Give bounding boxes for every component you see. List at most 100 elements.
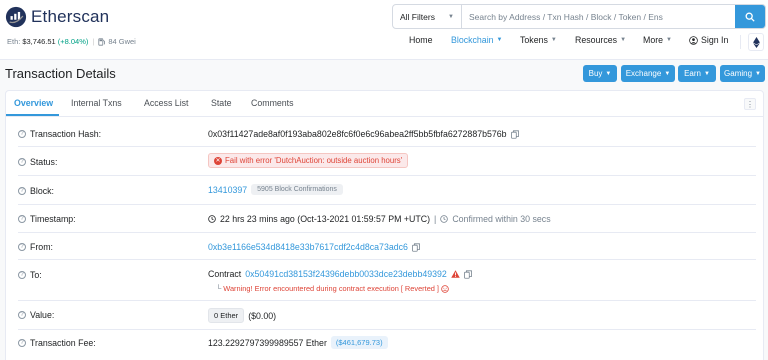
buy-button[interactable]: Buy ▼ (583, 65, 617, 82)
status-badge: ✕ Fail with error 'DutchAuction: outside… (208, 153, 409, 168)
nav-more-label: More (643, 35, 664, 45)
nav-divider (740, 35, 741, 49)
timestamp-row: 22 hrs 23 mins ago (Oct-13-2021 01:59:57… (208, 214, 551, 224)
block-label: ? Block: (18, 186, 54, 196)
nav-resources[interactable]: Resources ▼ (575, 35, 626, 45)
help-icon[interactable]: ? (18, 271, 26, 279)
block-label-text: Block: (30, 186, 54, 196)
row-divider (18, 329, 756, 330)
nav-tokens[interactable]: Tokens ▼ (520, 35, 557, 45)
status-label-text: Status: (30, 157, 58, 167)
warning-text: Warning! Error encountered during contra… (223, 284, 403, 293)
etherscan-logo[interactable]: Etherscan (5, 6, 109, 28)
nav-more[interactable]: More ▼ (643, 35, 672, 45)
value-label: ? Value: (18, 310, 54, 320)
gaming-button[interactable]: Gaming ▼ (720, 65, 765, 82)
search-bar: All Filters ▼ (392, 4, 766, 29)
block-row: 13410397 5905 Block Confirmations (208, 184, 343, 195)
fee-label-text: Transaction Fee: (30, 338, 96, 348)
warning-end: ] (436, 284, 439, 293)
search-button[interactable] (735, 5, 765, 28)
warning-arrow: └ (216, 284, 222, 293)
fee-value: 123.2292797399989557 Ether (208, 337, 327, 348)
value-row: 0 Ether ($0.00) (208, 308, 276, 323)
tab-comments[interactable]: Comments (251, 98, 294, 108)
search-filter-label: All Filters (400, 11, 435, 22)
chevron-down-icon: ▼ (550, 37, 557, 43)
tab-access-list[interactable]: Access List (144, 98, 189, 108)
vertical-dots-icon: ⋮ (746, 99, 754, 109)
timestamp-label-text: Timestamp: (30, 214, 76, 224)
row-divider (18, 300, 756, 301)
copy-icon[interactable] (463, 269, 472, 279)
nav-sign-in-label: Sign In (701, 35, 729, 45)
row-divider (18, 175, 756, 176)
help-icon[interactable]: ? (18, 130, 26, 138)
active-tab-indicator (6, 114, 59, 116)
etherscan-logo-icon (5, 6, 27, 28)
block-number-link[interactable]: 13410397 (208, 185, 247, 195)
row-divider (18, 204, 756, 205)
gaming-button-label: Gaming (724, 69, 753, 78)
from-label: ? From: (18, 242, 53, 252)
tab-state[interactable]: State (211, 98, 232, 108)
to-label-text: To: (30, 270, 42, 280)
confirmation-time: Confirmed within 30 secs (452, 214, 551, 224)
warning-icon (451, 270, 460, 278)
fee-label: ? Transaction Fee: (18, 338, 96, 348)
to-row: Contract 0x50491cd38153f24396debb0033dce… (208, 269, 472, 279)
nav-blockchain-label: Blockchain (451, 35, 494, 45)
help-icon[interactable]: ? (18, 311, 26, 319)
network-switch-button[interactable] (748, 33, 764, 51)
search-filter-dropdown[interactable]: All Filters ▼ (393, 5, 462, 28)
sad-face-icon (441, 284, 449, 293)
timestamp-value: 22 hrs 23 mins ago (Oct-13-2021 01:59:57… (220, 214, 431, 224)
copy-icon[interactable] (412, 242, 420, 252)
block-confirmations-badge: 5905 Block Confirmations (251, 184, 343, 195)
search-icon (745, 12, 755, 22)
status-label: ? Status: (18, 157, 57, 167)
main-nav: Home Blockchain ▼ Tokens ▼ Resources ▼ M… (0, 35, 768, 51)
value-amount-badge: 0 Ether (208, 308, 245, 323)
tab-internal-txns[interactable]: Internal Txns (71, 98, 122, 108)
earn-button[interactable]: Earn ▼ (678, 65, 716, 82)
help-icon[interactable]: ? (18, 187, 26, 195)
help-icon[interactable]: ? (18, 339, 26, 347)
from-address-link[interactable]: 0xb3e1166e534d8418e33b7617cdf2c4d8ca73ad… (208, 242, 408, 252)
nav-tokens-label: Tokens (520, 35, 548, 45)
tab-bar: Overview Internal Txns Access List State… (6, 91, 763, 117)
to-address-link[interactable]: 0x50491cd38153f24396debb0033dce23debb493… (245, 269, 447, 279)
clock-icon (440, 215, 449, 223)
help-icon[interactable]: ? (18, 243, 26, 251)
top-header: Etherscan Eth: $3,746.51 (+8.04%) | 84 G… (0, 0, 768, 60)
clock-icon (208, 215, 216, 223)
chevron-down-icon: ▼ (664, 70, 671, 77)
tab-overview[interactable]: Overview (14, 98, 53, 108)
help-icon[interactable]: ? (18, 215, 26, 223)
more-options-button[interactable]: ⋮ (744, 98, 756, 110)
nav-blockchain[interactable]: Blockchain ▼ (451, 35, 503, 45)
reverted-tag: Reverted (404, 284, 435, 293)
nav-resources-label: Resources (575, 35, 618, 45)
from-label-text: From: (30, 242, 53, 252)
timestamp-separator: | (434, 214, 437, 224)
chevron-down-icon: ▼ (496, 37, 503, 43)
chevron-down-icon: ▼ (703, 70, 710, 77)
chevron-down-icon: ▼ (755, 70, 761, 77)
nav-home-label: Home (409, 35, 433, 45)
search-input[interactable] (462, 5, 735, 28)
error-x-icon: ✕ (214, 156, 222, 165)
transaction-details-card: Overview Internal Txns Access List State… (5, 90, 764, 360)
chevron-down-icon: ▼ (666, 37, 672, 43)
nav-home[interactable]: Home (409, 35, 432, 45)
help-icon[interactable]: ? (18, 158, 26, 166)
earn-button-label: Earn (684, 69, 701, 78)
nav-sign-in[interactable]: Sign In (689, 35, 728, 45)
row-divider (18, 232, 756, 233)
copy-icon[interactable] (510, 129, 519, 139)
to-contract-prefix: Contract (208, 269, 242, 279)
execution-warning: └ Warning! Error encountered during cont… (216, 284, 449, 293)
exchange-button[interactable]: Exchange ▼ (621, 65, 675, 82)
brand-name: Etherscan (31, 7, 110, 26)
ethereum-icon (752, 36, 760, 48)
